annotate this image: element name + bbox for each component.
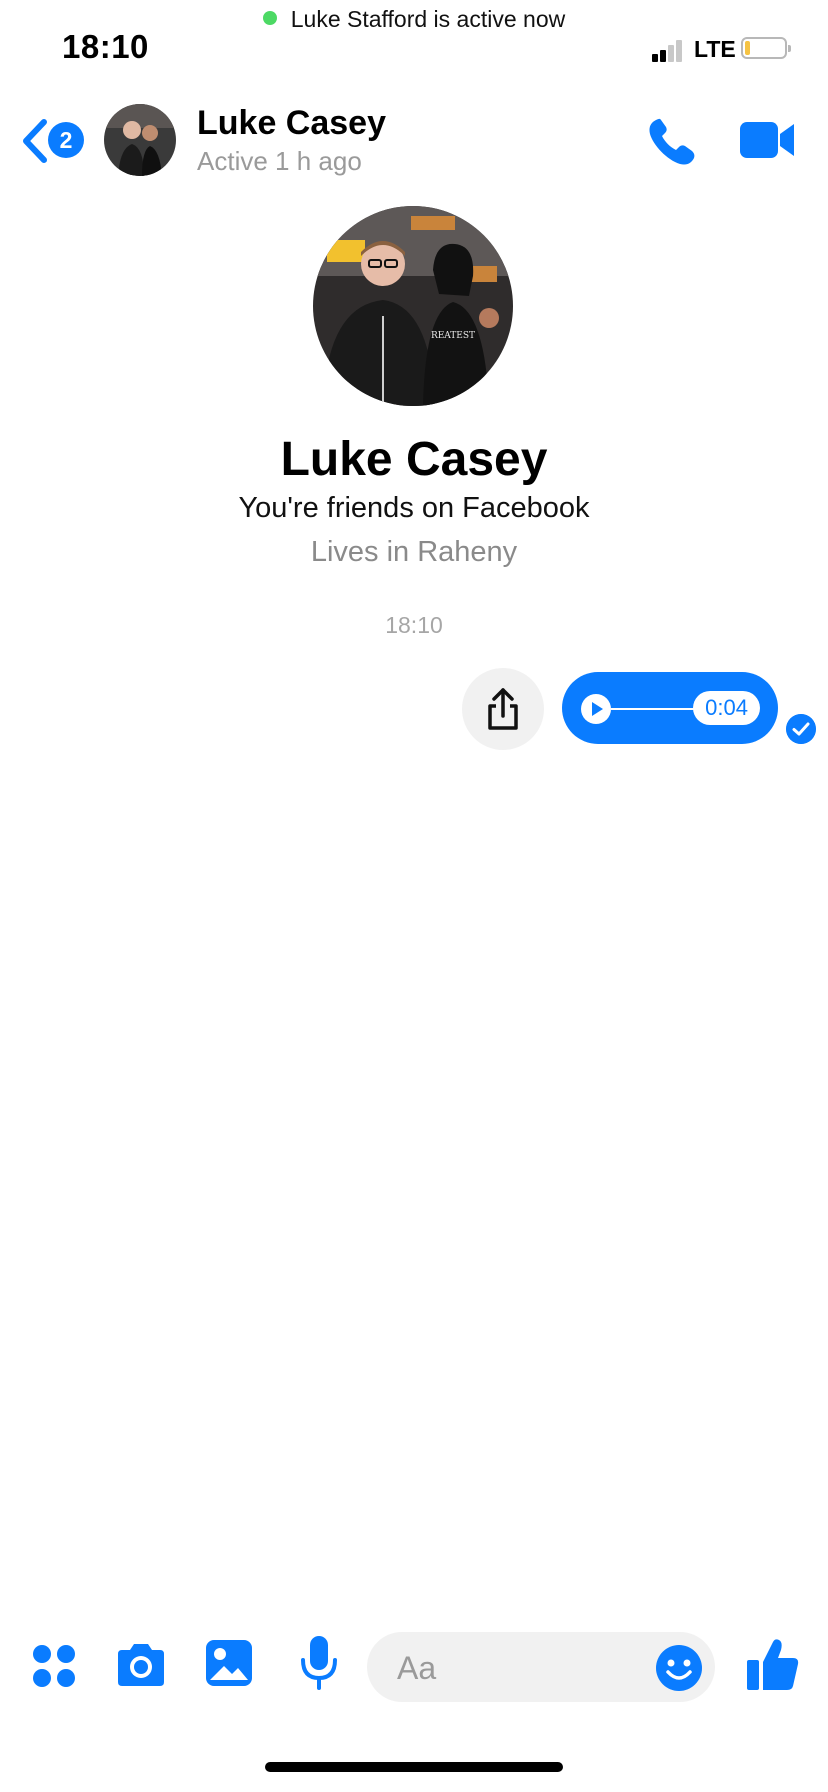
avatar[interactable] bbox=[104, 104, 176, 176]
profile-location: Lives in Raheny bbox=[310, 536, 518, 568]
active-now-banner[interactable]: Luke Stafford is active now bbox=[0, 6, 828, 33]
microphone-icon[interactable] bbox=[298, 1634, 340, 1692]
sent-check-icon bbox=[786, 714, 816, 744]
like-icon[interactable] bbox=[745, 1636, 801, 1694]
audio-duration: 0:04 bbox=[693, 691, 760, 725]
signal-icon bbox=[652, 38, 688, 62]
share-button[interactable] bbox=[462, 668, 544, 750]
network-type: LTE bbox=[694, 36, 736, 62]
message-input[interactable] bbox=[395, 1632, 639, 1704]
apps-icon[interactable] bbox=[32, 1644, 76, 1688]
contact-name[interactable]: Luke Casey bbox=[197, 104, 386, 143]
voice-message[interactable]: 0:04 bbox=[562, 672, 778, 744]
play-icon[interactable] bbox=[581, 694, 611, 724]
contact-status: Active 1 h ago bbox=[197, 146, 362, 176]
battery-icon bbox=[741, 37, 791, 59]
profile-picture[interactable]: REATEST bbox=[313, 206, 513, 406]
phone-icon[interactable] bbox=[644, 114, 700, 170]
unread-count-badge[interactable]: 2 bbox=[48, 122, 84, 158]
friendship-status: You're friends on Facebook bbox=[238, 492, 590, 524]
home-indicator[interactable] bbox=[265, 1762, 563, 1772]
online-dot-icon bbox=[262, 11, 277, 25]
gallery-icon[interactable] bbox=[204, 1638, 254, 1688]
svg-text:REATEST: REATEST bbox=[431, 331, 475, 341]
video-camera-icon[interactable] bbox=[738, 118, 796, 162]
camera-icon[interactable] bbox=[114, 1640, 168, 1690]
share-icon bbox=[488, 688, 518, 730]
message-timestamp: 18:10 bbox=[385, 612, 443, 638]
status-time: 18:10 bbox=[62, 28, 149, 65]
emoji-icon[interactable] bbox=[655, 1644, 703, 1692]
profile-name: Luke Casey bbox=[280, 433, 548, 486]
banner-text: Luke Stafford is active now bbox=[290, 6, 566, 32]
message-composer[interactable] bbox=[367, 1632, 715, 1704]
